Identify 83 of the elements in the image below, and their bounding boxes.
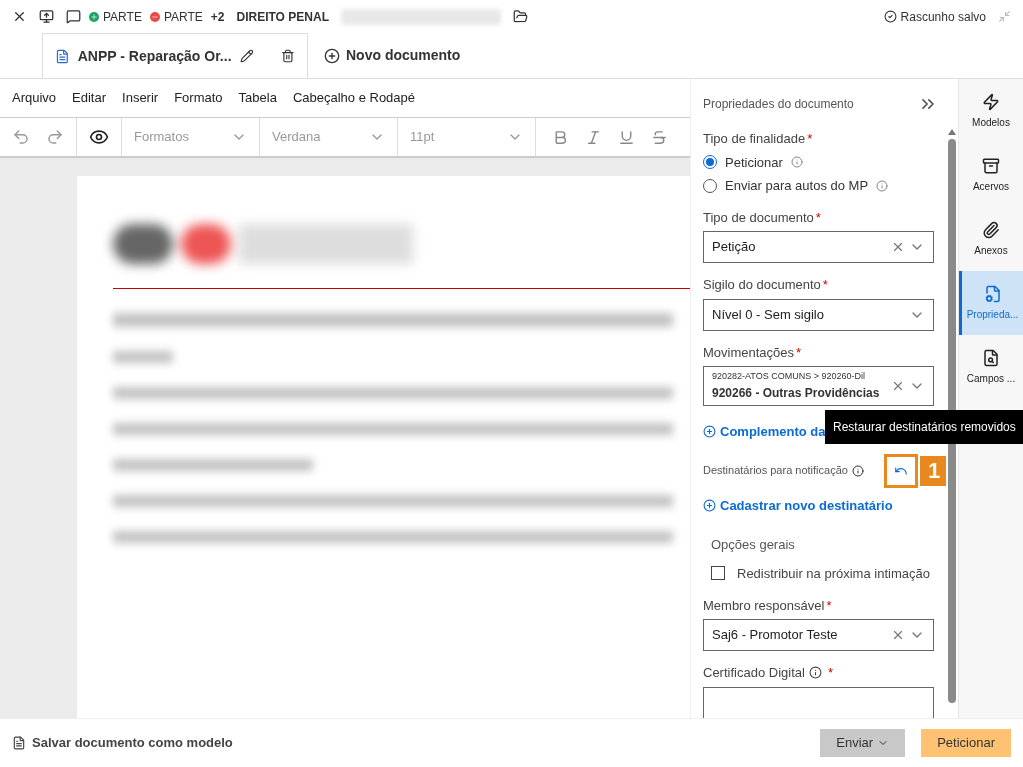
select-field[interactable]: Nível 0 - Sem sigilo [703, 298, 934, 331]
required-mark: * [815, 208, 821, 227]
select-field[interactable]: 920282-ATOS COMUNS > 920260-Dil 920266 - Outras Providências [703, 366, 934, 406]
field-label: Certificado Digital [703, 664, 805, 682]
checkbox[interactable] [711, 566, 725, 580]
required-mark: * [827, 664, 833, 682]
close-icon[interactable] [12, 9, 27, 24]
comment-icon[interactable] [66, 9, 81, 24]
new-document-button[interactable]: Novo documento [324, 33, 461, 78]
field-label: Tipo de documento [703, 208, 814, 227]
underline-icon[interactable] [618, 128, 635, 146]
submit-button[interactable]: Peticionar [921, 729, 1011, 757]
rail-item[interactable]: Anexos [959, 207, 1023, 271]
required-mark: * [796, 343, 802, 362]
italic-icon[interactable] [585, 128, 602, 146]
blurred-text [113, 351, 173, 363]
info-icon[interactable] [808, 666, 822, 680]
rail-item[interactable]: Acervos [959, 143, 1023, 207]
bolt-icon [982, 92, 1000, 111]
redo-icon[interactable] [46, 128, 64, 146]
document-search-icon [982, 348, 1000, 367]
restore-button[interactable] [883, 453, 918, 488]
step-badge: 1 [919, 455, 946, 486]
radio-option[interactable]: Peticionar [703, 152, 934, 172]
movement-path: 920282-ATOS COMUNS > 920260-Dil [712, 370, 866, 384]
required-mark: * [822, 276, 828, 294]
scroll-up-icon[interactable] [948, 129, 956, 135]
select-value: 920266 - Outras Providências [712, 384, 881, 402]
paperclip-icon [982, 220, 1000, 239]
clear-icon[interactable] [891, 379, 905, 393]
plus-circle-icon [703, 425, 716, 439]
select-field[interactable]: Petição [703, 231, 934, 263]
recipients-label: Destinatários para notificação [703, 463, 848, 479]
panel-title: Propriedades do documento [703, 96, 855, 113]
undo-icon[interactable] [12, 128, 30, 146]
party-tag[interactable]: PARTE [89, 7, 142, 26]
required-mark: * [807, 130, 813, 148]
field-label: Tipo de finalidade [703, 130, 806, 148]
select-value: Petição [712, 238, 757, 257]
new-recipient-link[interactable]: Cadastrar novo destinatário [703, 495, 934, 515]
archive-icon [982, 156, 1000, 175]
check-circle-icon [883, 10, 897, 23]
screen-icon[interactable] [39, 9, 54, 24]
menu-item[interactable]: Tabela [238, 88, 277, 108]
clear-icon[interactable] [891, 628, 905, 642]
document-tab[interactable]: ANPP - Reparação Or... [42, 33, 308, 78]
info-icon[interactable] [851, 464, 864, 477]
select-field[interactable]: Saj6 - Promotor Teste [703, 619, 934, 651]
send-button[interactable]: Enviar [820, 729, 906, 757]
party-tag[interactable]: PARTE [149, 7, 203, 26]
rail-item[interactable]: Modelos [959, 79, 1023, 143]
menu-item[interactable]: Editar [72, 88, 107, 108]
tooltip: Restaurar destinatários removidos [825, 410, 1023, 444]
document-icon [983, 284, 1002, 303]
field-label: Membro responsável [703, 596, 825, 615]
case-area: DIREITO PENAL [236, 7, 329, 26]
clear-icon[interactable] [891, 240, 905, 254]
plus-circle-icon [324, 47, 340, 64]
checkbox-label: Redistribuir na próxima intimação [737, 564, 930, 583]
preview-icon[interactable] [89, 127, 109, 147]
section-heading: Opções gerais [711, 536, 796, 554]
select-value: Nível 0 - Sem sigilo [712, 305, 825, 324]
menu-item[interactable]: Arquivo [12, 88, 57, 108]
plus-circle-icon [703, 498, 716, 512]
field-label: Movimentações [703, 343, 795, 362]
rail-item[interactable]: Proprieda... [959, 271, 1023, 335]
menu-item[interactable]: Cabeçalho e Rodapé [292, 88, 416, 108]
menu-item[interactable]: Inserir [122, 88, 159, 108]
document-icon [55, 48, 70, 64]
save-status: Rascunho salvo [900, 8, 986, 26]
trash-icon[interactable] [281, 49, 295, 63]
field-label: Sigilo do documento [703, 276, 821, 294]
radio-option[interactable]: Enviar para autos do MP [703, 176, 934, 196]
edit-icon[interactable] [239, 49, 254, 63]
strikethrough-icon[interactable] [651, 128, 668, 146]
folder-icon[interactable] [512, 9, 528, 24]
rail-item[interactable]: Campos ... [959, 335, 1023, 399]
select-value: Saj6 - Promotor Teste [712, 626, 839, 645]
menu-item[interactable]: Formato [174, 88, 223, 108]
save-model-button[interactable]: Salvar documento como modelo [12, 733, 233, 753]
document-icon [12, 736, 26, 750]
required-mark: * [826, 596, 832, 615]
extra-count: +2 [210, 8, 225, 26]
